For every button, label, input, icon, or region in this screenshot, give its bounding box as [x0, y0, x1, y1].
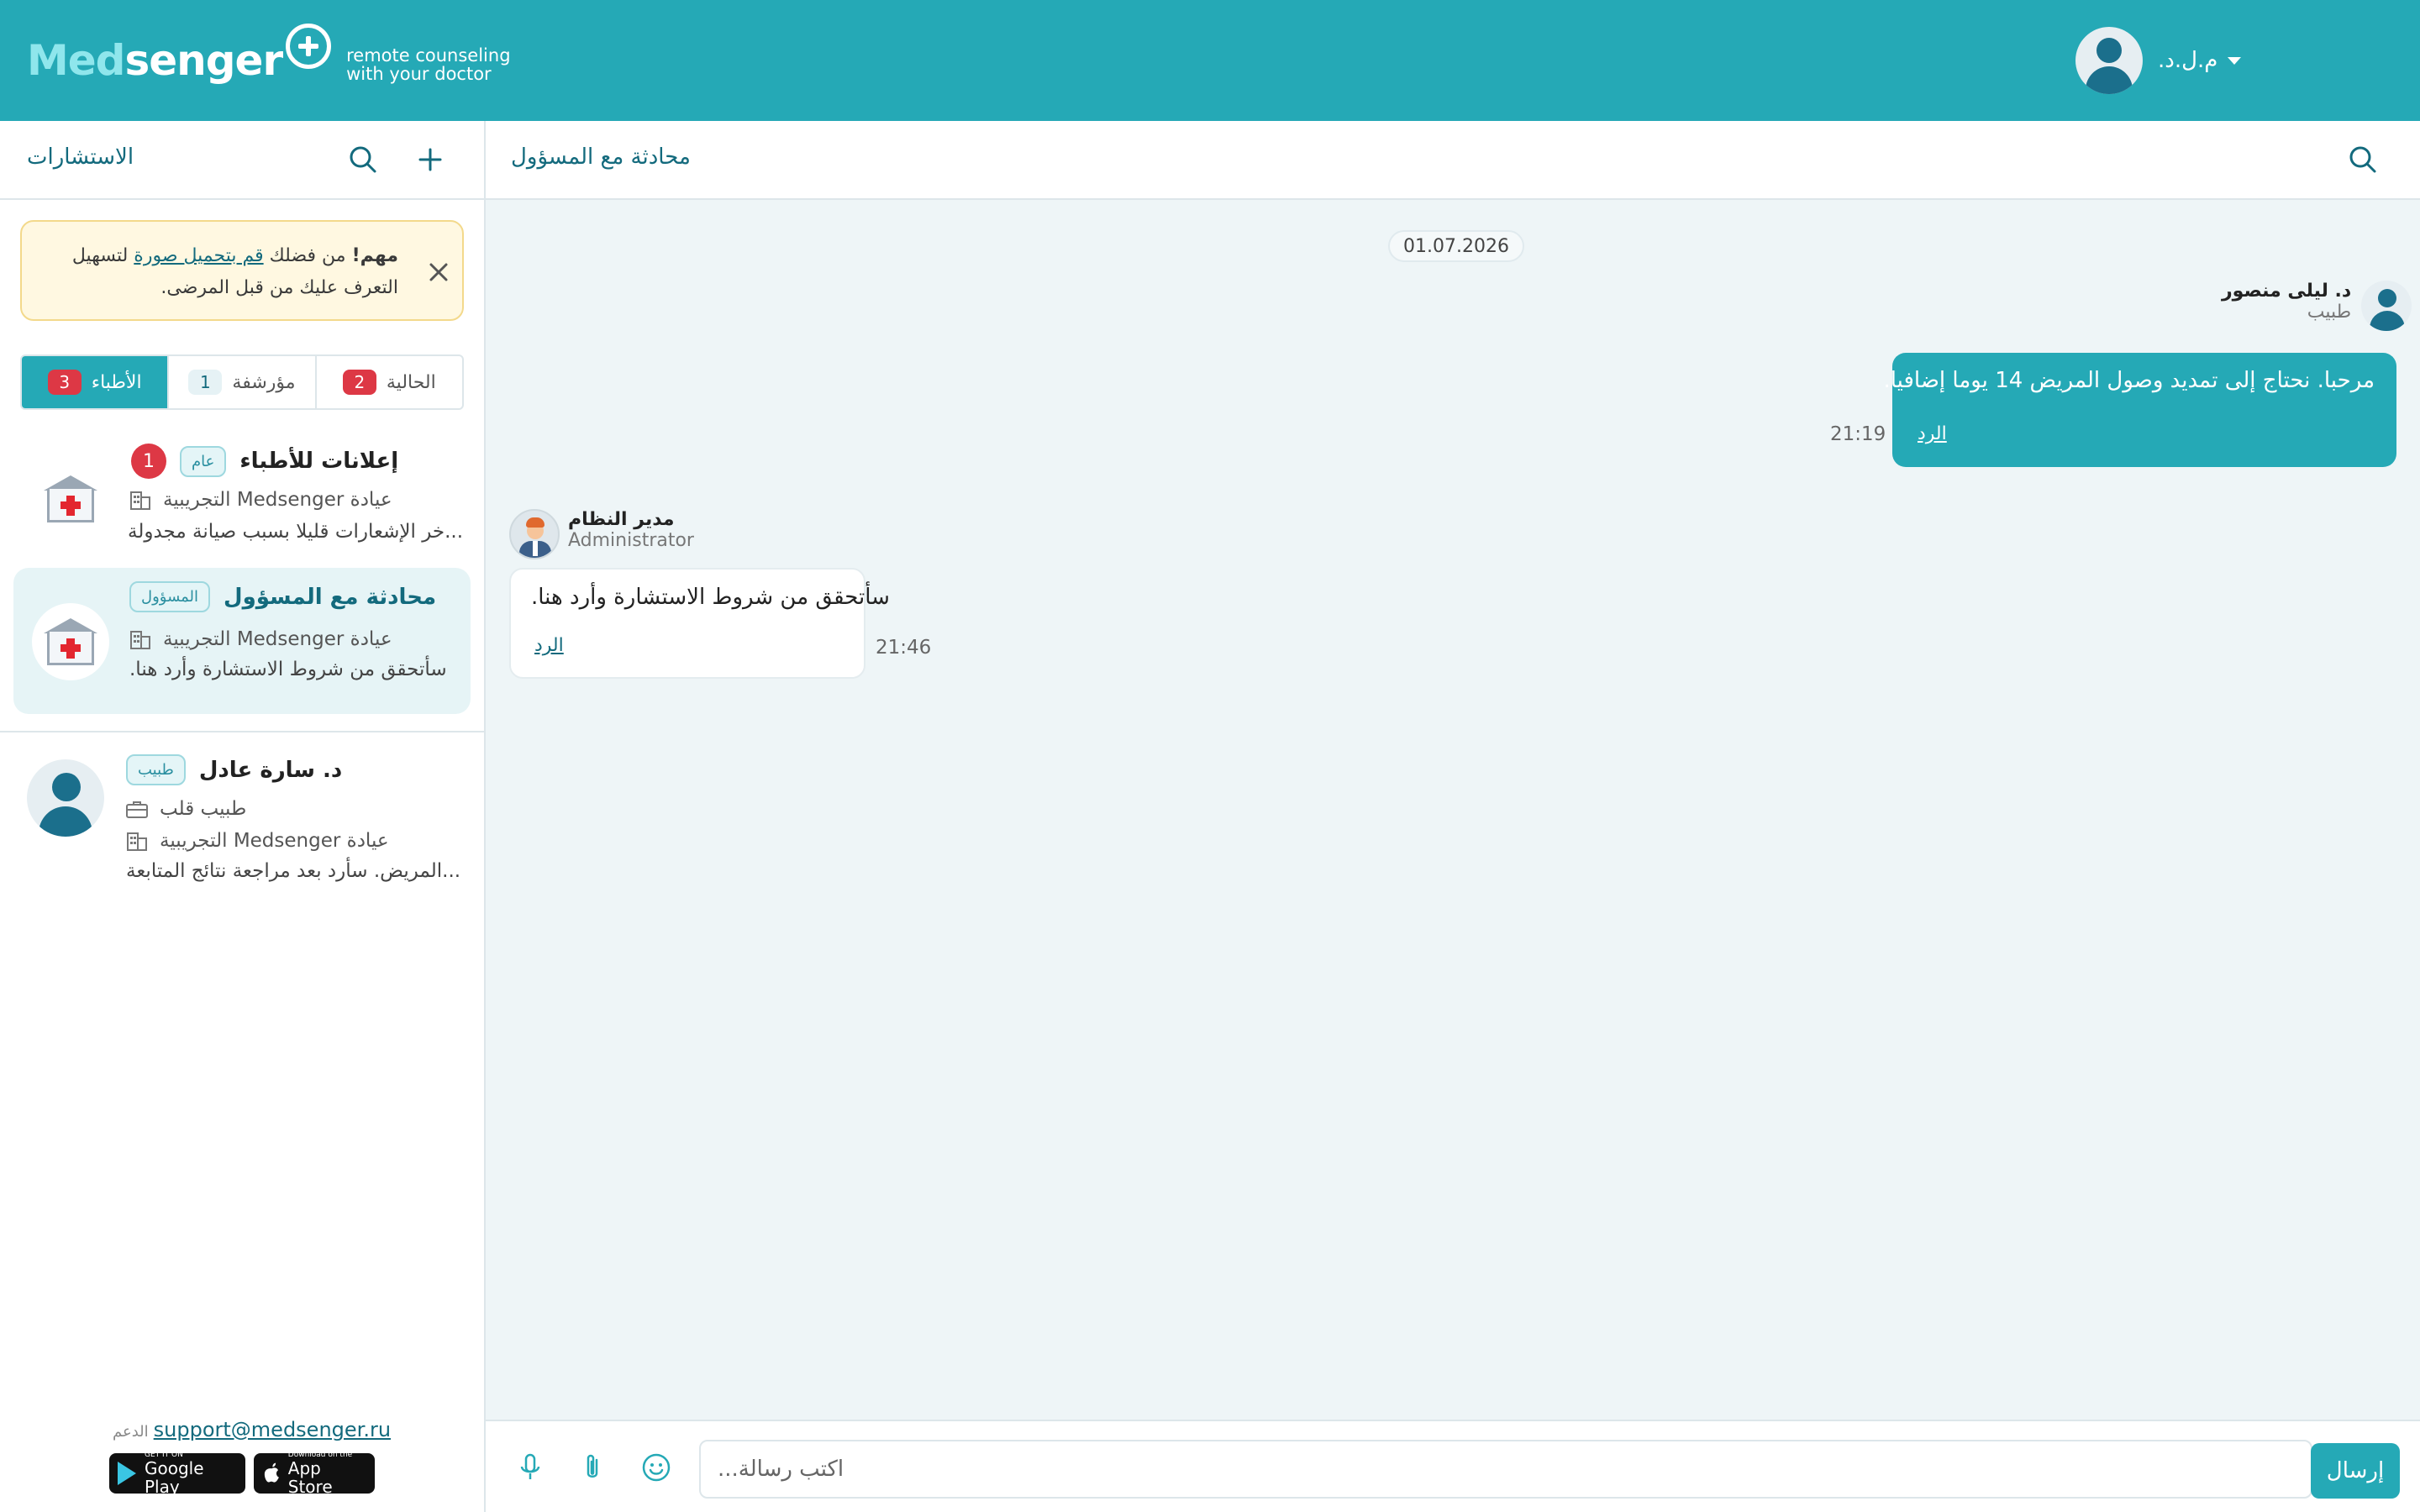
chat-preview: ...خر الإشعارات قليلا بسبب صيانة مجدولة: [128, 521, 464, 543]
clinic-avatar: [32, 603, 109, 680]
message-time: 21:46: [876, 637, 932, 659]
chat-tag-badge: عام: [180, 445, 227, 477]
sender-info: مدير النظام Administrator: [509, 509, 694, 559]
upload-photo-notice: مهم! من فضلك قم بتحميل صورة لتسهيل التعر…: [20, 220, 464, 321]
building-icon: [130, 491, 150, 510]
admin-avatar: [509, 509, 560, 559]
chat-item-admin[interactable]: محادثة مع المسؤول المسؤول عيادة Medsenge…: [13, 568, 471, 714]
hospital-icon: [44, 475, 97, 522]
notice-text: مهم! من فضلك قم بتحميل صورة لتسهيل التعر…: [71, 245, 398, 298]
sender-avatar: [2361, 281, 2412, 331]
sender-role: طبيب: [2307, 302, 2352, 323]
reply-link[interactable]: الرد: [1918, 423, 1947, 444]
tab-count-badge: 3: [47, 370, 82, 395]
close-icon[interactable]: [422, 255, 455, 289]
send-button[interactable]: إرسال: [2311, 1443, 2400, 1499]
sender-name: د. ليلى منصور: [2222, 281, 2352, 302]
tab-current[interactable]: 2 الحالية: [314, 356, 462, 408]
chat-header: محادثة مع المسؤول: [486, 121, 2420, 200]
building-icon: [130, 631, 150, 649]
unread-count-badge: 1: [131, 444, 166, 479]
message-time: 21:19: [1830, 423, 1886, 445]
apple-icon: [264, 1462, 279, 1483]
tab-label: الأطباء: [91, 371, 142, 393]
search-icon[interactable]: [2344, 141, 2381, 178]
chat-title: محادثة مع المسؤول: [511, 144, 691, 170]
reply-link[interactable]: الرد: [534, 635, 564, 656]
chat-preview: ...المريض. سأرد بعد مراجعة نتائج المتابع…: [126, 860, 461, 882]
sender-name: مدير النظام: [568, 509, 675, 530]
microphone-icon[interactable]: [513, 1450, 548, 1485]
tab-doctors[interactable]: 3 الأطباء: [22, 356, 168, 408]
user-initials: م.ل.د.: [2158, 48, 2218, 73]
chat-preview: سأتحقق من شروط الاستشارة وأرد هنا.: [129, 659, 447, 680]
chat-title: د. سارة عادل: [198, 757, 343, 783]
clinic-avatar: [32, 460, 109, 538]
chat-item-doctor[interactable]: د. سارة عادل طبيب طبيب قلب عيادة Medseng…: [13, 753, 471, 1035]
logo-tagline: remote counseling with your doctor: [346, 45, 511, 84]
briefcase-icon: [126, 801, 148, 818]
chat-item-announcements[interactable]: إعلانات للأطباء عام 1 عيادة Medsenger ال…: [13, 432, 471, 566]
tab-count-badge: 2: [342, 370, 376, 395]
building-icon: [127, 832, 147, 851]
google-play-icon: [118, 1462, 136, 1485]
chat-title-row: إعلانات للأطباء عام 1: [131, 444, 398, 479]
chat-specialty: طبيب قلب: [124, 796, 246, 822]
chat-tag-badge: المسؤول: [129, 581, 211, 612]
message-bubble: سأتحقق من شروط الاستشارة وأرد هنا. الرد: [509, 568, 890, 679]
sender-role: Administrator: [568, 530, 694, 551]
message-text: مرحبا. نحتاج إلى تمديد وصول المريض 14 يو…: [1883, 368, 2375, 393]
consultation-tabs: 3 الأطباء 1 مؤرشفة 2 الحالية: [20, 354, 464, 410]
sidebar-title: الاستشارات: [27, 144, 134, 170]
message-input[interactable]: [699, 1440, 2312, 1499]
consultations-sidebar: الاستشارات مهم! من فضلك قم بتحميل صورة ل…: [0, 121, 486, 1512]
message-text: سأتحقق من شروط الاستشارة وأرد هنا.: [531, 585, 890, 610]
chat-clinic: عيادة Medsenger التجريبية: [124, 828, 389, 853]
add-icon[interactable]: [412, 141, 449, 178]
sidebar-header: الاستشارات: [0, 121, 484, 200]
top-bar: Medsenger remote counseling with your do…: [0, 0, 2420, 121]
sidebar-divider: [0, 731, 486, 732]
hospital-icon: [44, 618, 97, 665]
logo-wordmark: Medsenger: [27, 36, 283, 85]
google-play-button[interactable]: GET IT ON Google Play: [109, 1451, 245, 1496]
chat-tag-badge: طبيب: [126, 754, 186, 785]
logo-plus-icon: [286, 24, 332, 69]
tab-label: مؤرشفة: [232, 371, 296, 393]
tab-label: الحالية: [386, 371, 436, 393]
tab-count-badge: 1: [188, 370, 223, 395]
chat-title-row: د. سارة عادل طبيب: [126, 754, 342, 785]
sender-info: د. ليلى منصور طبيب: [2222, 281, 2412, 331]
search-icon[interactable]: [345, 141, 381, 178]
support-label: الدعم: [113, 1423, 149, 1441]
user-menu[interactable]: م.ل.د.: [2075, 27, 2242, 94]
upload-photo-link[interactable]: قم بتحميل صورة: [134, 245, 263, 266]
chat-title: إعلانات للأطباء: [239, 449, 399, 474]
caret-down-icon: [2228, 56, 2242, 65]
emoji-icon[interactable]: [639, 1450, 674, 1485]
support-contact: الدعم support@medsenger.ru: [113, 1418, 391, 1441]
paperclip-icon[interactable]: [575, 1450, 610, 1485]
message-bubble: مرحبا. نحتاج إلى تمديد وصول المريض 14 يو…: [1883, 353, 2396, 467]
tab-archived[interactable]: 1 مؤرشفة: [167, 356, 314, 408]
support-email-link[interactable]: support@medsenger.ru: [154, 1418, 391, 1441]
chat-clinic: عيادة Medsenger التجريبية: [128, 627, 392, 652]
medsenger-logo[interactable]: Medsenger remote counseling with your do…: [27, 24, 511, 94]
message-composer: إرسال: [486, 1420, 2420, 1512]
user-avatar: [2075, 27, 2143, 94]
app-store-button[interactable]: Download on the App Store: [254, 1451, 375, 1496]
chat-clinic: عيادة Medsenger التجريبية: [128, 487, 392, 512]
doctor-avatar: [27, 759, 104, 837]
date-separator: 01.07.2026: [1388, 230, 1524, 262]
chat-title-row: محادثة مع المسؤول المسؤول: [129, 581, 436, 612]
chat-title: محادثة مع المسؤول: [224, 584, 437, 610]
